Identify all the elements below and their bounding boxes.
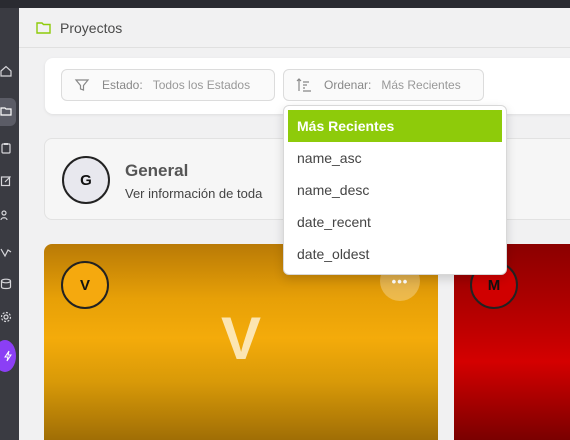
page-header: Proyectos	[19, 8, 570, 48]
folder-icon	[36, 22, 51, 34]
sort-option-date-recent[interactable]: date_recent	[288, 206, 502, 238]
sidebar	[0, 8, 19, 440]
general-description: Ver información de toda	[125, 186, 263, 201]
avatar: V	[61, 261, 109, 309]
filter-icon	[74, 79, 90, 91]
sort-option-mas-recientes[interactable]: Más Recientes	[288, 110, 502, 142]
estado-value: Todos los Estados	[152, 78, 251, 92]
sort-option-name-desc[interactable]: name_desc	[288, 174, 502, 206]
ordenar-value: Más Recientes	[381, 78, 461, 92]
ordenar-label: Ordenar:	[324, 78, 372, 92]
sort-icon	[296, 78, 311, 92]
bolt-icon[interactable]	[0, 340, 16, 372]
edit-icon[interactable]	[0, 174, 12, 188]
database-icon[interactable]	[0, 277, 12, 291]
sort-option-date-oldest[interactable]: date_oldest	[288, 238, 502, 270]
folder-icon[interactable]	[0, 104, 12, 118]
estado-filter-button[interactable]: Estado: Todos los Estados	[61, 69, 275, 101]
chart-icon[interactable]	[0, 245, 12, 259]
avatar: G	[62, 156, 110, 204]
ordenar-sort-button[interactable]: Ordenar: Más Recientes	[283, 69, 484, 101]
estado-label: Estado:	[102, 78, 143, 92]
users-icon[interactable]	[0, 208, 12, 222]
page-title: Proyectos	[60, 20, 123, 36]
home-icon[interactable]	[0, 64, 12, 78]
top-bar	[0, 0, 570, 8]
clipboard-icon[interactable]	[0, 141, 12, 155]
sort-option-name-asc[interactable]: name_asc	[288, 142, 502, 174]
sort-dropdown-menu: Más Recientes name_asc name_desc date_re…	[283, 105, 507, 275]
gear-icon[interactable]	[0, 310, 12, 324]
project-letter: V	[220, 305, 262, 372]
general-title: General	[125, 161, 189, 180]
